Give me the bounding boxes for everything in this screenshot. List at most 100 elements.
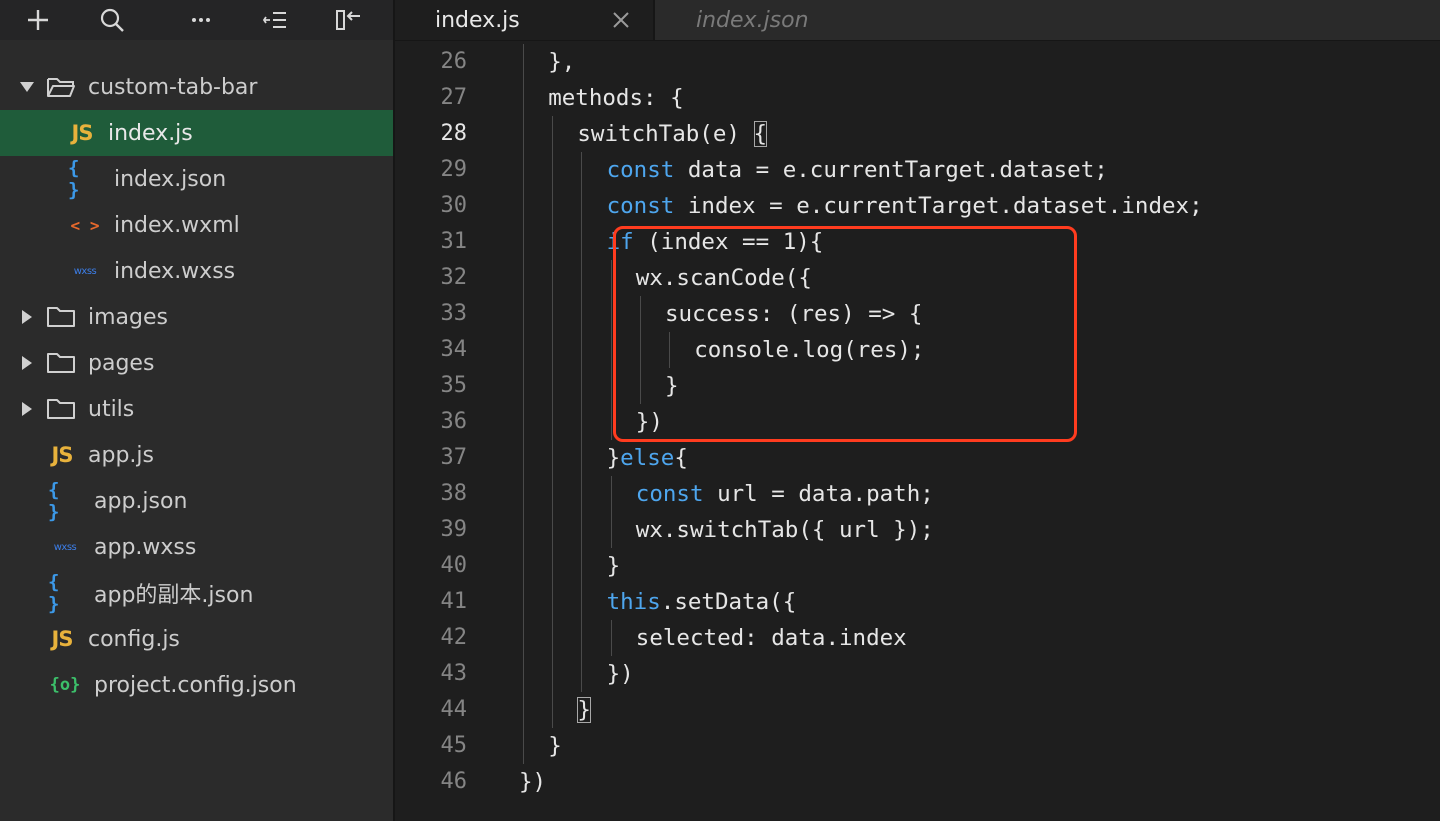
tree-file[interactable]: { } app.json <box>0 478 393 524</box>
tree-file[interactable]: JS app.js <box>0 432 393 478</box>
code-line: }else{ <box>606 445 688 471</box>
code-area[interactable]: 26}, 27 methods: {28 switchTab(e) {29 const … <box>395 44 1440 821</box>
folder-icon <box>46 351 76 375</box>
line-number: 43 <box>440 661 468 686</box>
chevron-down-icon[interactable] <box>20 80 34 94</box>
chevron-right-icon[interactable] <box>20 402 34 416</box>
line-number: 40 <box>440 553 468 578</box>
tree-item-label: app.json <box>94 488 188 514</box>
tree-folder[interactable]: pages <box>0 340 393 386</box>
search-icon[interactable] <box>90 0 134 40</box>
tree-item-label: project.config.json <box>94 672 297 698</box>
line-number: 36 <box>440 409 468 434</box>
tree-file[interactable]: { } index.json <box>0 156 393 202</box>
code-line: selected: data.index <box>635 625 907 651</box>
line-number: 34 <box>440 337 468 362</box>
js-file-icon: JS <box>51 627 74 651</box>
tab-index-json[interactable]: index.json <box>655 0 915 40</box>
indent-guide <box>610 260 612 440</box>
indent-guide <box>523 44 524 764</box>
tab-label: index.json <box>696 7 809 33</box>
code-line: const url = data.path; <box>635 481 934 507</box>
line-number: 28 <box>440 121 468 146</box>
line-number: 26 <box>440 49 468 74</box>
js-file-icon: JS <box>51 443 74 467</box>
indent-guide <box>610 476 612 548</box>
collapse-sidebar-icon[interactable] <box>327 0 371 40</box>
config-file-icon: {o} <box>49 675 81 695</box>
code-editor: index.js index.json 26}, 27 methods: {28 sw… <box>395 0 1440 821</box>
tree-item-label: index.wxml <box>114 212 240 238</box>
tree-item-label: app.wxss <box>94 534 197 560</box>
code-line: const index = e.currentTarget.dataset.in… <box>606 193 1203 219</box>
tree-item-label: config.js <box>88 626 180 652</box>
highlight-annotation-box <box>613 226 1077 442</box>
line-number: 30 <box>440 193 468 218</box>
tree-file[interactable]: wxss app.wxss <box>0 524 393 570</box>
tab-label: index.js <box>435 7 520 33</box>
code-line: } <box>606 553 621 579</box>
tree-file[interactable]: { } app的副本.json <box>0 570 393 616</box>
tab-index-js[interactable]: index.js <box>395 0 653 40</box>
line-number: 27 <box>440 85 468 110</box>
line-number: 42 <box>440 625 468 650</box>
folder-icon <box>46 305 76 329</box>
wxml-file-icon: < > <box>70 215 100 235</box>
line-number: 35 <box>440 373 468 398</box>
code-line: } <box>548 733 562 759</box>
tree-item-label: index.wxss <box>114 258 236 284</box>
code-line: }, <box>548 49 576 75</box>
line-number: 37 <box>440 445 468 470</box>
json-file-icon: { } <box>48 479 60 523</box>
code-line: wx.switchTab({ url }); <box>635 517 934 543</box>
wxss-file-icon: wxss <box>53 541 77 553</box>
line-number: 46 <box>440 769 468 794</box>
tree-folder[interactable]: custom-tab-bar <box>0 64 393 110</box>
json-file-icon: { } <box>68 157 80 201</box>
indent-guide <box>610 620 612 656</box>
js-file-icon: JS <box>71 121 94 145</box>
line-number: 41 <box>440 589 468 614</box>
line-number: 33 <box>440 301 468 326</box>
line-number: 32 <box>440 265 468 290</box>
line-number: 29 <box>440 157 468 182</box>
tree-file[interactable]: {o} project.config.json <box>0 662 393 708</box>
wxss-file-icon: wxss <box>73 265 97 277</box>
tree-item-label: index.json <box>114 166 227 192</box>
add-icon[interactable] <box>16 0 60 40</box>
more-icon[interactable] <box>179 0 223 40</box>
chevron-right-icon[interactable] <box>20 310 34 324</box>
code-line: } <box>577 697 591 723</box>
line-number: 38 <box>440 481 468 506</box>
indent-guide <box>552 116 554 728</box>
tree-file[interactable]: JS index.js <box>0 110 393 156</box>
tree-file[interactable]: < > index.wxml <box>0 202 393 248</box>
code-line: const data = e.currentTarget.dataset; <box>606 157 1108 183</box>
tree-file[interactable]: JS config.js <box>0 616 393 662</box>
line-number: 39 <box>440 517 468 542</box>
line-number: 44 <box>440 697 468 722</box>
line-number: 31 <box>440 229 468 254</box>
json-file-icon: { } <box>48 571 60 615</box>
file-explorer-sidebar: custom-tab-bar JS index.js { } index.json < >… <box>0 0 393 821</box>
folder-icon <box>46 397 76 421</box>
outline-icon[interactable] <box>253 0 297 40</box>
code-line: switchTab(e) { <box>577 121 768 147</box>
close-icon[interactable] <box>609 8 633 32</box>
line-number: 45 <box>440 733 468 758</box>
tree-item-label: app的副本.json <box>94 583 254 608</box>
tree-file[interactable]: wxss index.wxss <box>0 248 393 294</box>
code-line: }) <box>606 661 634 687</box>
tree-item-label: pages <box>88 350 155 376</box>
tree-folder[interactable]: utils <box>0 386 393 432</box>
tree-item-label: app.js <box>88 442 154 468</box>
tree-item-label: index.js <box>108 120 193 146</box>
editor-tab-bar: index.js index.json <box>395 0 1440 41</box>
sidebar-toolbar <box>0 0 393 40</box>
chevron-right-icon[interactable] <box>20 356 34 370</box>
code-line: }) <box>519 769 547 795</box>
tree-folder[interactable]: images <box>0 294 393 340</box>
code-line: this.setData({ <box>606 589 797 615</box>
tree-item-label: utils <box>88 396 135 422</box>
folder-open-icon <box>46 75 76 99</box>
